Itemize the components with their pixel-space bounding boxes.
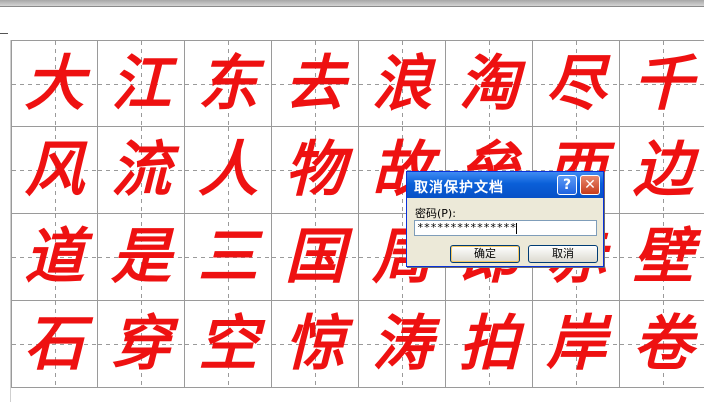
grid-cell: 尽 bbox=[533, 40, 620, 127]
calligraphy-character: 去 bbox=[285, 48, 345, 119]
grid-cell: 卷 bbox=[620, 301, 704, 388]
calligraphy-character: 人 bbox=[198, 135, 258, 205]
calligraphy-character: 物 bbox=[285, 135, 345, 205]
grid-cell: 三 bbox=[185, 214, 272, 301]
calligraphy-character: 浪 bbox=[372, 48, 432, 119]
grid-cell: 风 bbox=[11, 127, 98, 214]
grid-cell: 穿 bbox=[98, 301, 185, 388]
grid-cell: 物 bbox=[272, 127, 359, 214]
calligraphy-character: 壁 bbox=[633, 222, 693, 292]
close-button[interactable]: ✕ bbox=[580, 175, 600, 195]
calligraphy-character: 卷 bbox=[633, 309, 693, 379]
calligraphy-character: 拍 bbox=[459, 309, 519, 379]
calligraphy-character: 道 bbox=[24, 222, 85, 292]
calligraphy-character: 是 bbox=[111, 222, 171, 292]
calligraphy-character: 大 bbox=[24, 48, 85, 119]
grid-cell: 道 bbox=[11, 214, 98, 301]
calligraphy-character: 岸 bbox=[546, 309, 606, 379]
ruler-tick bbox=[0, 33, 8, 34]
calligraphy-character: 江 bbox=[111, 48, 171, 119]
grid-cell: 国 bbox=[272, 214, 359, 301]
calligraphy-character: 流 bbox=[111, 135, 171, 205]
grid-cell: 去 bbox=[272, 40, 359, 127]
dialog-title: 取消保护文档 bbox=[414, 180, 504, 196]
dialog-titlebar[interactable]: 取消保护文档 ? ✕ bbox=[407, 172, 603, 198]
calligraphy-character: 尽 bbox=[546, 48, 606, 119]
calligraphy-character: 淘 bbox=[459, 48, 519, 119]
calligraphy-character: 空 bbox=[198, 309, 258, 379]
unprotect-document-dialog: 取消保护文档 ? ✕ 密码(P): *************** 确定 取消 bbox=[406, 171, 604, 267]
grid-cell: 淘 bbox=[446, 40, 533, 127]
password-input[interactable]: *************** bbox=[414, 220, 597, 236]
password-label: 密码(P): bbox=[415, 207, 456, 220]
text-caret bbox=[516, 222, 518, 234]
grid-cell: 边 bbox=[620, 127, 704, 214]
grid-cell: 拍 bbox=[446, 301, 533, 388]
window-frame-top bbox=[0, 0, 704, 7]
grid-cell: 壁 bbox=[620, 214, 704, 301]
grid-cell: 空 bbox=[185, 301, 272, 388]
grid-cell: 是 bbox=[98, 214, 185, 301]
grid-cell: 涛 bbox=[359, 301, 446, 388]
grid-cell: 岸 bbox=[533, 301, 620, 388]
calligraphy-character: 国 bbox=[285, 222, 345, 292]
calligraphy-character: 千 bbox=[633, 48, 693, 119]
grid-cell: 石 bbox=[11, 301, 98, 388]
ruler bbox=[0, 7, 704, 41]
help-button[interactable]: ? bbox=[557, 175, 577, 195]
grid-cell: 千 bbox=[620, 40, 704, 127]
grid-cell: 人 bbox=[185, 127, 272, 214]
grid-cell: 东 bbox=[185, 40, 272, 127]
close-icon: ✕ bbox=[584, 177, 596, 193]
help-icon: ? bbox=[562, 177, 572, 193]
cancel-button[interactable]: 取消 bbox=[528, 245, 598, 263]
grid-cell: 大 bbox=[11, 40, 98, 127]
grid-cell: 浪 bbox=[359, 40, 446, 127]
grid-cell: 惊 bbox=[272, 301, 359, 388]
calligraphy-character: 惊 bbox=[285, 309, 345, 379]
calligraphy-character: 穿 bbox=[111, 309, 171, 379]
calligraphy-character: 三 bbox=[198, 222, 258, 292]
calligraphy-character: 东 bbox=[198, 48, 258, 119]
calligraphy-character: 边 bbox=[633, 135, 693, 205]
grid-cell: 江 bbox=[98, 40, 185, 127]
calligraphy-character: 风 bbox=[24, 135, 85, 205]
grid-cell: 流 bbox=[98, 127, 185, 214]
calligraphy-character: 石 bbox=[24, 309, 85, 379]
ok-button[interactable]: 确定 bbox=[450, 245, 520, 263]
calligraphy-character: 涛 bbox=[372, 309, 432, 379]
password-value: *************** bbox=[417, 221, 517, 234]
